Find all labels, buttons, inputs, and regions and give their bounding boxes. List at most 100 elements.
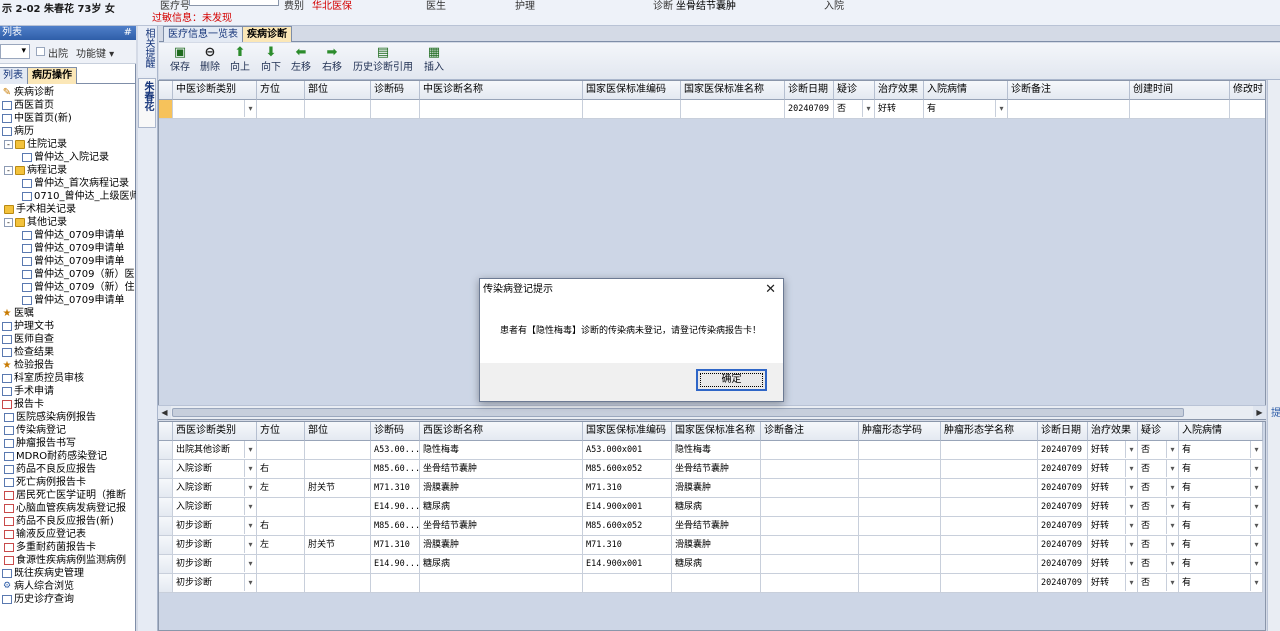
column-header[interactable]: 治疗效果 — [1088, 422, 1138, 441]
row-header[interactable] — [159, 498, 173, 517]
table-cell[interactable]: 左 — [257, 536, 305, 555]
tree-item[interactable]: 心脑血管疾病发病登记报 — [4, 502, 126, 515]
column-header[interactable]: 诊断日期 — [1038, 422, 1088, 441]
table-cell[interactable] — [859, 441, 941, 460]
table-cell[interactable]: 20240709 — [785, 100, 834, 119]
tree-item[interactable]: 病历 — [2, 125, 34, 138]
table-cell[interactable]: 糖尿病 — [672, 555, 761, 574]
table-cell[interactable] — [1130, 100, 1230, 119]
chevron-down-icon[interactable]: ▾ — [1166, 574, 1178, 591]
table-cell[interactable]: 有 ▾ — [1179, 574, 1263, 593]
table-cell[interactable] — [257, 574, 305, 593]
table-cell[interactable]: A53.00... — [371, 441, 420, 460]
chevron-down-icon[interactable]: ▾ — [1125, 517, 1137, 534]
table-cell[interactable]: ▾ — [173, 100, 257, 119]
table-cell[interactable] — [305, 555, 371, 574]
column-header[interactable]: 国家医保标准编码 — [583, 422, 672, 441]
table-cell[interactable]: 有 ▾ — [924, 100, 1008, 119]
column-header[interactable]: 中医诊断名称 — [420, 81, 583, 100]
column-header[interactable]: 诊断备注 — [761, 422, 859, 441]
table-cell[interactable] — [761, 555, 859, 574]
column-header[interactable]: 西医诊断类别 — [173, 422, 257, 441]
row-header[interactable] — [159, 460, 173, 479]
tree-item[interactable]: 曾仲达_0709申请单 — [22, 229, 124, 242]
tree-item[interactable]: 药品不良反应报告 — [4, 463, 96, 476]
table-cell[interactable]: 20240709 — [1038, 479, 1088, 498]
tree-item[interactable]: 检查结果 — [2, 346, 54, 359]
table-cell[interactable] — [305, 441, 371, 460]
chevron-down-icon[interactable]: ▾ — [1125, 441, 1137, 458]
tab-patient-name[interactable]: 朱春花 — [138, 78, 156, 128]
tree-item[interactable]: 西医首页 — [2, 99, 54, 112]
chevron-down-icon[interactable]: ▾ — [1250, 498, 1262, 515]
table-cell[interactable]: 20240709 — [1038, 498, 1088, 517]
row-header[interactable] — [159, 441, 173, 460]
table-cell[interactable]: 好转 ▾ — [1088, 479, 1138, 498]
column-header[interactable]: 国家医保标准名称 — [681, 81, 785, 100]
table-row[interactable]: 初步诊断 ▾ 右 M85.60... 坐骨结节囊肿 M85.600x052 坐骨结节囊肿 20… — [159, 517, 1265, 536]
table-cell[interactable]: 否 ▾ — [1138, 441, 1179, 460]
chevron-down-icon[interactable]: ▾ — [1166, 536, 1178, 553]
table-cell[interactable] — [941, 441, 1038, 460]
table-cell[interactable] — [859, 460, 941, 479]
tab-reminders[interactable]: 相关提醒 — [138, 26, 156, 76]
table-row[interactable]: 入院诊断 ▾ 左 肘关节 M71.310 滑膜囊肿 M71.310 滑膜囊肿 20240709 好… — [159, 479, 1265, 498]
tcm-horizontal-scrollbar[interactable]: ◀ ▶ — [158, 405, 1266, 419]
column-header[interactable]: 国家医保标准名称 — [672, 422, 761, 441]
chevron-down-icon[interactable]: ▾ — [1125, 479, 1137, 496]
table-cell[interactable] — [761, 574, 859, 593]
toolbar-button[interactable]: ⬇ 向下 — [260, 45, 282, 78]
table-row[interactable]: 初步诊断 ▾ 左 肘关节 M71.310 滑膜囊肿 M71.310 滑膜囊肿 20240709 好… — [159, 536, 1265, 555]
table-cell[interactable]: 滑膜囊肿 — [672, 536, 761, 555]
table-row[interactable]: 出院其他诊断 ▾ A53.00... 隐性梅毒 A53.000x001 隐性梅毒 20240… — [159, 441, 1265, 460]
chevron-down-icon[interactable]: ▾ — [1250, 574, 1262, 591]
table-cell[interactable]: 否 ▾ — [1138, 555, 1179, 574]
table-cell[interactable]: 有 ▾ — [1179, 536, 1263, 555]
table-cell[interactable]: 好转 ▾ — [1088, 517, 1138, 536]
column-header[interactable]: 肿瘤形态学名称 — [941, 422, 1038, 441]
tree-item[interactable]: 多重耐药菌报告卡 — [4, 541, 96, 554]
chevron-down-icon[interactable]: ▾ — [862, 100, 874, 117]
table-cell[interactable] — [859, 574, 941, 593]
table-cell[interactable]: 初步诊断 ▾ — [173, 517, 257, 536]
tree-item[interactable]: 输液反应登记表 — [4, 528, 86, 541]
column-header[interactable]: 诊断日期 — [785, 81, 834, 100]
table-cell[interactable]: M71.310 — [583, 536, 672, 555]
tree-item[interactable]: 曾仲达_0709申请单 — [22, 242, 124, 255]
table-cell[interactable]: 否 ▾ — [1138, 517, 1179, 536]
column-header[interactable]: 诊断码 — [371, 422, 420, 441]
tree-item[interactable]: - 其他记录 — [4, 216, 67, 229]
table-cell[interactable]: 20240709 — [1038, 555, 1088, 574]
chevron-down-icon[interactable]: ▾ — [1125, 498, 1137, 515]
table-cell[interactable]: 否 ▾ — [1138, 536, 1179, 555]
table-cell[interactable]: 20240709 — [1038, 517, 1088, 536]
table-cell[interactable]: 右 — [257, 517, 305, 536]
table-cell[interactable]: 肘关节 — [305, 536, 371, 555]
table-cell[interactable]: 初步诊断 ▾ — [173, 555, 257, 574]
table-cell[interactable]: M85.60... — [371, 460, 420, 479]
table-row[interactable]: 入院诊断 ▾ E14.90... 糖尿病 E14.900x001 糖尿病 20240709 好… — [159, 498, 1265, 517]
tree-item[interactable]: 药品不良反应报告(新) — [4, 515, 114, 528]
table-cell[interactable] — [941, 479, 1038, 498]
tree-item[interactable]: - 住院记录 — [4, 138, 67, 151]
tree-item[interactable]: ⚙ 病人综合浏览 — [2, 580, 74, 593]
chevron-down-icon[interactable]: ▾ — [1125, 460, 1137, 477]
collapse-icon[interactable]: - — [4, 218, 13, 227]
table-cell[interactable]: 好转 ▾ — [1088, 574, 1138, 593]
table-cell[interactable] — [761, 498, 859, 517]
chevron-down-icon[interactable]: ▾ — [1125, 555, 1137, 572]
close-icon[interactable]: ✕ — [765, 282, 776, 298]
table-cell[interactable] — [761, 460, 859, 479]
tree-item[interactable]: 传染病登记 — [4, 424, 66, 437]
tab-diagnosis[interactable]: 疾病诊断 — [242, 26, 292, 42]
table-cell[interactable] — [583, 574, 672, 593]
tree-item[interactable]: 中医首页(新) — [2, 112, 72, 125]
tree-item[interactable]: 护理文书 — [2, 320, 54, 333]
table-cell[interactable]: 有 ▾ — [1179, 460, 1263, 479]
table-cell[interactable] — [859, 498, 941, 517]
chevron-down-icon[interactable]: ▾ — [244, 441, 256, 458]
table-cell[interactable]: 入院诊断 ▾ — [173, 498, 257, 517]
table-cell[interactable]: 左 — [257, 479, 305, 498]
tree-item[interactable]: 0710_曾仲达_上级医师 — [22, 190, 136, 203]
tree-item[interactable]: 手术申请 — [2, 385, 54, 398]
